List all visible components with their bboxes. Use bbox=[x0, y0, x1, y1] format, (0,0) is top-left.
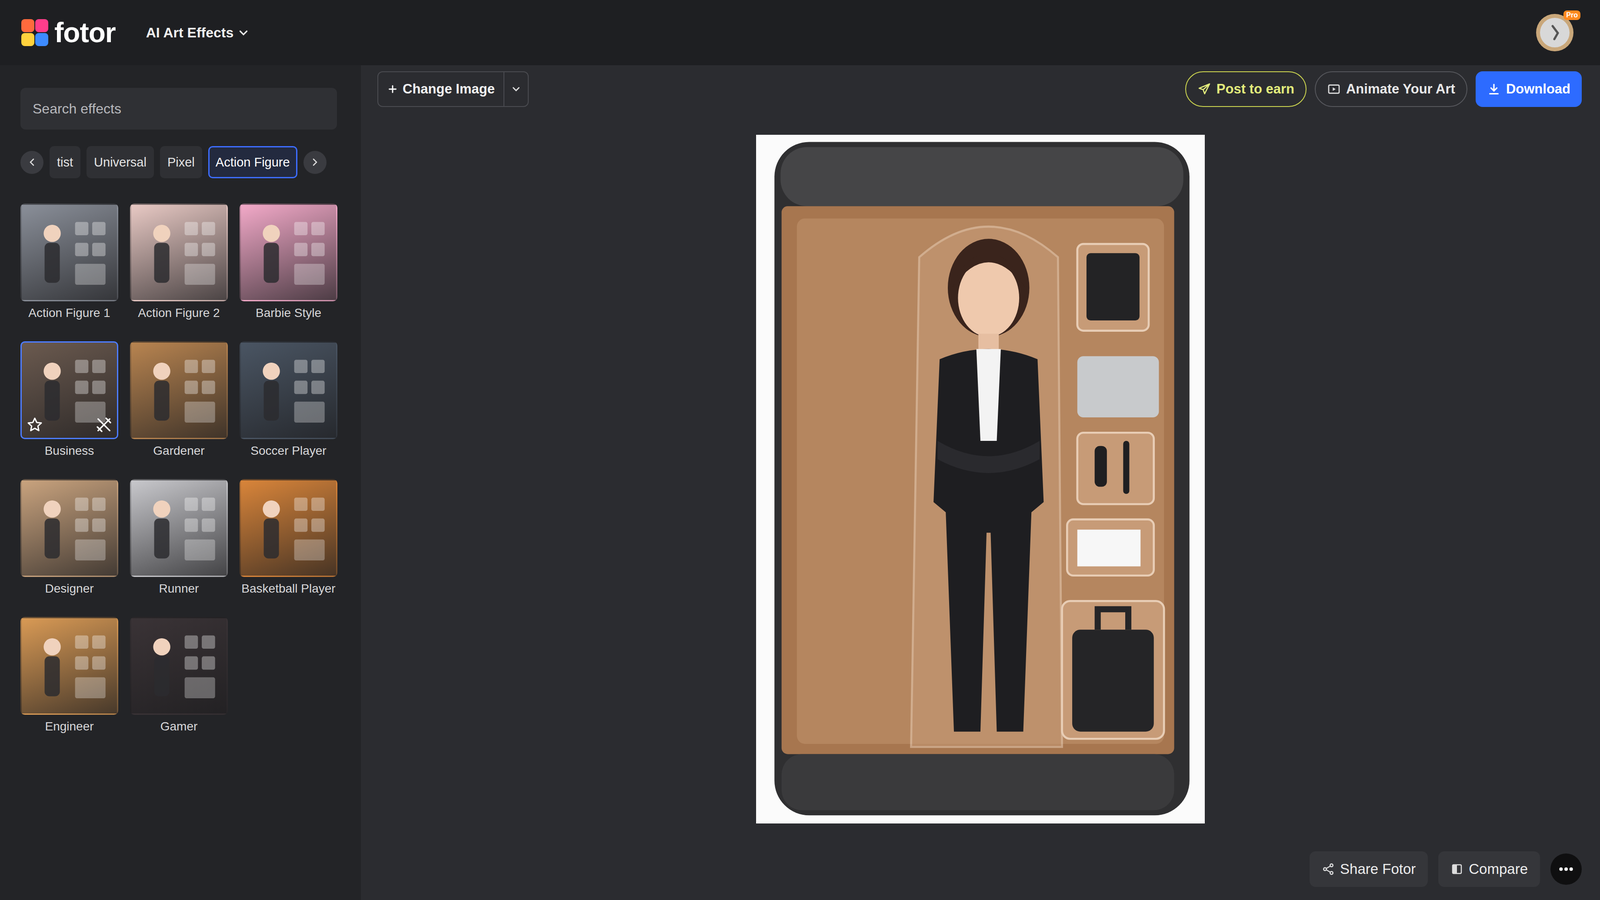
ai-art-effects-menu[interactable]: AI Art Effects bbox=[146, 24, 250, 41]
result-image bbox=[756, 134, 1205, 824]
category-tab[interactable]: Action Figure bbox=[208, 146, 298, 179]
effect-thumbnail bbox=[239, 479, 338, 577]
figure-icon bbox=[240, 342, 337, 438]
effect-thumbnail bbox=[239, 341, 338, 440]
effect-thumbnail bbox=[130, 203, 228, 302]
more-button[interactable] bbox=[1550, 853, 1582, 885]
effect-name: Barbie Style bbox=[239, 305, 338, 321]
chevron-down-icon bbox=[510, 83, 522, 95]
effect-thumbnail bbox=[20, 616, 119, 715]
category-tabs: tistUniversalPixelAction Figure bbox=[20, 146, 337, 179]
compare-label: Compare bbox=[1468, 860, 1528, 878]
top-bar: fotor AI Art Effects Pro bbox=[0, 0, 1600, 66]
stage bbox=[360, 106, 1600, 852]
effect-thumbnail bbox=[239, 203, 338, 302]
effect-thumbnail bbox=[20, 203, 119, 302]
download-button[interactable]: Download bbox=[1475, 71, 1582, 107]
effect-card[interactable]: Business bbox=[20, 341, 119, 480]
download-icon bbox=[1486, 82, 1501, 97]
effect-card[interactable]: Basketball Player bbox=[239, 479, 338, 617]
figure-icon bbox=[131, 342, 227, 438]
category-tab[interactable]: Universal bbox=[86, 146, 154, 179]
effect-name: Action Figure 1 bbox=[20, 305, 119, 321]
effect-name: Gamer bbox=[130, 719, 228, 734]
change-image-button[interactable]: Change Image bbox=[377, 71, 529, 107]
paper-plane-icon bbox=[1197, 82, 1212, 97]
scroll-left-button[interactable] bbox=[20, 150, 44, 174]
category-tab[interactable]: Pixel bbox=[160, 146, 203, 179]
share-icon bbox=[1321, 862, 1335, 876]
effect-card[interactable]: Soccer Player bbox=[239, 341, 338, 480]
animate-icon bbox=[1326, 82, 1341, 97]
effect-name: Runner bbox=[130, 581, 228, 597]
workspace: Search effects tistUniversalPixelAction … bbox=[0, 65, 1600, 900]
figure-icon bbox=[21, 204, 117, 300]
change-image-label: Change Image bbox=[402, 81, 495, 97]
effect-thumbnail bbox=[130, 616, 228, 715]
logo[interactable]: fotor bbox=[20, 16, 116, 49]
effect-thumbnail bbox=[130, 341, 228, 440]
search-placeholder: Search effects bbox=[32, 100, 122, 117]
effect-thumbnail bbox=[130, 479, 228, 577]
effect-card[interactable]: Action Figure 1 bbox=[20, 203, 119, 342]
fotor-app: fotor AI Art Effects Pro Search effects … bbox=[0, 0, 1600, 900]
post-to-earn-button[interactable]: Post to earn bbox=[1185, 71, 1307, 107]
compare-icon bbox=[1450, 862, 1464, 876]
effect-name: Designer bbox=[20, 581, 119, 597]
star-icon[interactable] bbox=[26, 416, 44, 434]
figure-icon bbox=[21, 480, 117, 576]
chevron-left-icon bbox=[26, 156, 38, 168]
figure-icon bbox=[131, 204, 227, 300]
plus-icon bbox=[386, 83, 399, 95]
logo-icon bbox=[20, 18, 50, 47]
search-field[interactable]: Search effects bbox=[20, 87, 337, 130]
category-tab[interactable]: tist bbox=[49, 146, 81, 179]
figure-icon bbox=[21, 618, 117, 714]
compare-button[interactable]: Compare bbox=[1438, 851, 1540, 887]
logo-text: fotor bbox=[54, 16, 116, 49]
toolbar: Change Image Post to earn Animate Your A… bbox=[360, 65, 1600, 107]
share-button[interactable]: Share Fotor bbox=[1309, 851, 1428, 887]
effects-grid: Action Figure 1 Action Figure 2 Barbie S… bbox=[20, 203, 337, 755]
effect-card[interactable]: Gardener bbox=[130, 341, 228, 480]
effect-thumbnail bbox=[20, 479, 119, 577]
figure-icon bbox=[131, 618, 227, 714]
effect-name: Gardener bbox=[130, 443, 228, 459]
effect-name: Business bbox=[20, 443, 119, 459]
figure-icon bbox=[240, 204, 337, 300]
figure-icon bbox=[240, 480, 337, 576]
canvas-area: Change Image Post to earn Animate Your A… bbox=[360, 65, 1600, 900]
effect-name: Action Figure 2 bbox=[130, 305, 228, 321]
scroll-right-button[interactable] bbox=[303, 150, 327, 174]
chevron-down-icon bbox=[237, 26, 250, 39]
effect-name: Soccer Player bbox=[239, 443, 338, 459]
tools-icon[interactable] bbox=[95, 416, 113, 434]
post-to-earn-label: Post to earn bbox=[1216, 81, 1295, 97]
effect-name: Basketball Player bbox=[239, 581, 338, 597]
change-image-dropdown[interactable] bbox=[503, 72, 528, 107]
user-avatar[interactable]: Pro bbox=[1535, 13, 1575, 53]
canvas-footer: Share Fotor Compare bbox=[360, 851, 1600, 900]
download-label: Download bbox=[1506, 81, 1571, 97]
chevron-right-icon bbox=[309, 156, 320, 168]
effects-sidebar: Search effects tistUniversalPixelAction … bbox=[0, 65, 361, 900]
effect-card[interactable]: Barbie Style bbox=[239, 203, 338, 342]
figure-icon bbox=[131, 480, 227, 576]
effect-card[interactable]: Gamer bbox=[130, 616, 228, 755]
animate-button[interactable]: Animate Your Art bbox=[1314, 71, 1468, 107]
pro-badge: Pro bbox=[1563, 10, 1581, 20]
share-label: Share Fotor bbox=[1340, 860, 1416, 878]
effect-card[interactable]: Runner bbox=[130, 479, 228, 617]
animate-label: Animate Your Art bbox=[1346, 81, 1456, 97]
effect-name: Engineer bbox=[20, 719, 119, 734]
menu-label: AI Art Effects bbox=[146, 24, 234, 41]
effect-card[interactable]: Engineer bbox=[20, 616, 119, 755]
more-dots-icon bbox=[1557, 860, 1575, 878]
effect-thumbnail bbox=[20, 341, 119, 440]
effect-card[interactable]: Designer bbox=[20, 479, 119, 617]
effect-card[interactable]: Action Figure 2 bbox=[130, 203, 228, 342]
change-image-main[interactable]: Change Image bbox=[378, 72, 504, 107]
